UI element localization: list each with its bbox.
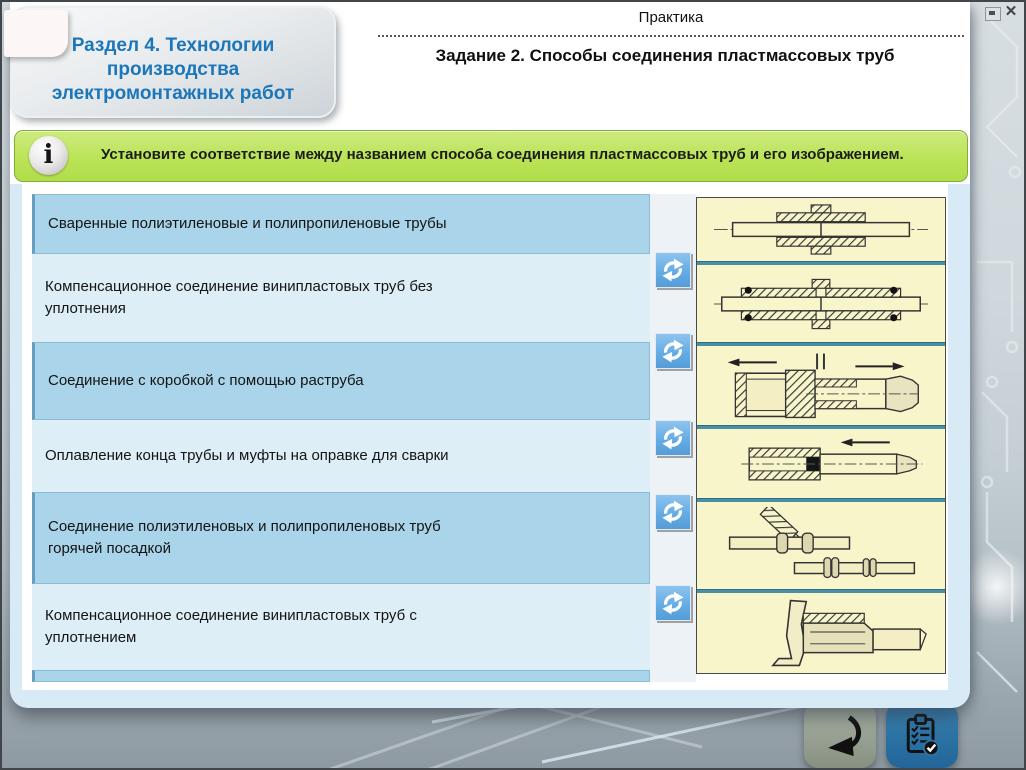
section-title: Раздел 4. Технологии производства электр… bbox=[24, 34, 322, 106]
back-button[interactable] bbox=[804, 702, 876, 768]
swap-button-2[interactable] bbox=[655, 333, 691, 369]
match-options-list: Сваренные полиэтиленовые и полипропилено… bbox=[32, 194, 650, 670]
match-option-label: Соединение с коробкой с помощью раструба bbox=[48, 370, 364, 392]
back-arrow-icon bbox=[817, 713, 863, 757]
swap-button-4[interactable] bbox=[655, 494, 691, 530]
task-frame-right bbox=[948, 184, 970, 690]
match-option-label: Оплавление конца трубы и муфты на оправк… bbox=[45, 445, 449, 467]
task-frame-left bbox=[10, 184, 22, 690]
pipe-hot-shrink-torch-diagram bbox=[708, 507, 934, 585]
corner-tab bbox=[4, 10, 68, 57]
pipe-mandrel-fusing-diagram bbox=[708, 434, 934, 494]
swap-arrows-icon bbox=[660, 338, 686, 364]
match-option-partial bbox=[32, 670, 650, 682]
match-option-2[interactable]: Компенсационное соединение винипластовых… bbox=[32, 254, 650, 342]
pipe-compensation-joint-diagram bbox=[708, 270, 934, 338]
match-option-label: Компенсационное соединение винипластовых… bbox=[45, 276, 495, 320]
match-option-1[interactable]: Сваренные полиэтиленовые и полипропилено… bbox=[32, 194, 650, 254]
minimize-icon[interactable] bbox=[985, 7, 1001, 21]
results-button[interactable] bbox=[886, 702, 958, 768]
info-icon: i bbox=[29, 136, 68, 175]
match-option-5[interactable]: Соединение полиэтиленовых и полипропилен… bbox=[32, 492, 650, 584]
swap-arrows-icon bbox=[660, 499, 686, 525]
match-image-6[interactable] bbox=[697, 593, 945, 673]
swap-arrows-icon bbox=[660, 257, 686, 283]
swap-button-1[interactable] bbox=[655, 252, 691, 288]
practice-label: Практика bbox=[378, 9, 964, 26]
pipe-wall-socket-seal-diagram bbox=[708, 598, 934, 668]
pipe-box-socket-diagram bbox=[708, 351, 934, 421]
match-option-label: Сваренные полиэтиленовые и полипропилено… bbox=[48, 213, 447, 235]
match-image-2[interactable] bbox=[697, 265, 945, 342]
swap-button-5[interactable] bbox=[655, 585, 691, 621]
match-option-label: Компенсационное соединение винипластовых… bbox=[45, 605, 495, 649]
match-images-column bbox=[696, 197, 946, 674]
match-option-4[interactable]: Оплавление конца трубы и муфты на оправк… bbox=[32, 420, 650, 492]
instruction-bar: i Установите соответствие между название… bbox=[14, 130, 968, 182]
match-image-3[interactable] bbox=[697, 346, 945, 425]
swap-arrows-icon bbox=[660, 425, 686, 451]
clipboard-check-icon bbox=[900, 712, 944, 758]
instruction-text: Установите соответствие между названием … bbox=[101, 146, 953, 163]
pipe-welded-sleeve-diagram bbox=[708, 202, 934, 257]
match-image-5[interactable] bbox=[697, 502, 945, 589]
match-option-6[interactable]: Компенсационное соединение винипластовых… bbox=[32, 584, 650, 670]
task-title: Задание 2. Способы соединения пластмассо… bbox=[362, 46, 968, 66]
match-image-1[interactable] bbox=[697, 198, 945, 261]
match-option-label: Соединение полиэтиленовых и полипропилен… bbox=[48, 516, 498, 560]
application-window: Практика Задание 2. Способы соединения п… bbox=[0, 0, 1026, 770]
match-image-4[interactable] bbox=[697, 429, 945, 498]
task-frame-bottom bbox=[10, 690, 970, 708]
match-option-3[interactable]: Соединение с коробкой с помощью раструба bbox=[32, 342, 650, 420]
swap-button-3[interactable] bbox=[655, 420, 691, 456]
close-icon[interactable]: ✕ bbox=[1003, 3, 1019, 21]
swap-arrows-icon bbox=[660, 590, 686, 616]
dotted-separator bbox=[378, 35, 964, 37]
